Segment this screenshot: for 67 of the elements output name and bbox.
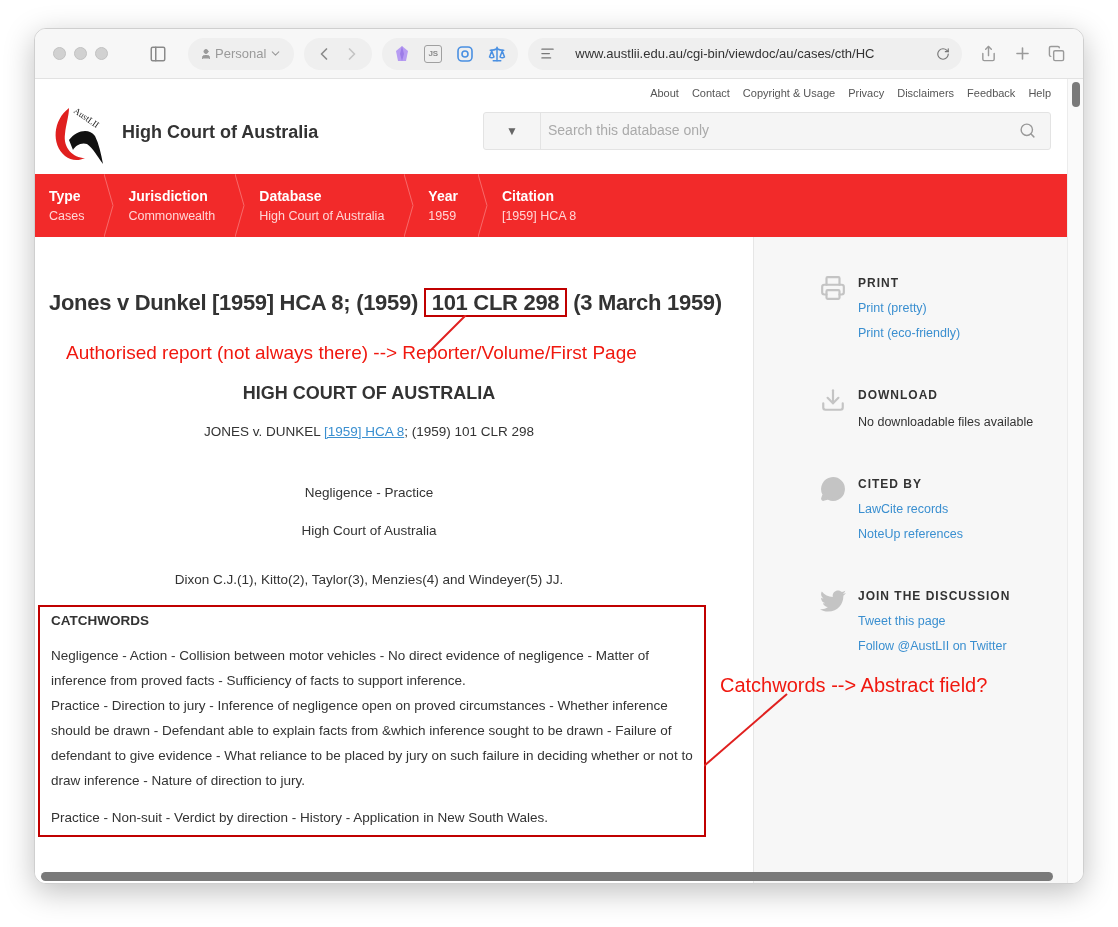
catchwords-heading: CATCHWORDS <box>51 612 150 630</box>
scrollbar-thumb[interactable] <box>1071 82 1080 107</box>
download-icon <box>820 387 846 413</box>
profile-button[interactable]: Personal <box>188 37 295 70</box>
sidebar-link[interactable]: Follow @AustLII on Twitter <box>858 636 1011 656</box>
catchwords-text: Negligence - Action - Collision between motor vehicles - No direct evidence of negligence - Matter of inference from proved facts - Sufficiency of facts to support inference. <box>51 647 651 690</box>
court-text: High Court of Australia <box>301 522 437 540</box>
section-heading: JOIN THE DISCUSSION <box>858 588 1011 605</box>
tabs-overview-icon[interactable] <box>1048 45 1065 62</box>
js-extension-button[interactable]: JS <box>424 44 443 63</box>
top-nav-link[interactable]: Copyright & Usage <box>742 85 836 102</box>
chevron-divider-icon <box>235 174 246 237</box>
top-nav-link[interactable]: Feedback <box>967 85 1016 102</box>
breadcrumb-item[interactable]: Type Cases <box>35 174 105 237</box>
person-icon <box>200 47 212 60</box>
breadcrumb-item[interactable]: Citation [1959] HCA 8 <box>487 174 597 237</box>
breadcrumb-item[interactable]: Jurisdiction Commonwealth <box>114 174 236 237</box>
annotation-text: Catchwords --> Abstract field? <box>720 673 988 698</box>
catchwords-text: Practice - Non-suit - Verdict by direction - History - Application in New South Wales. <box>51 809 549 827</box>
catchwords-text: Practice - Direction to jury - Inference of negligence open on proved circumstances - Whether inference should be drawn - Defendant able to explain facts from &which inference sought to be drawn - Failure of defendant to give evidence - What reliance to be placed by jury on such failure in deciding whether or not to draw inference - Nature of direction to jury. <box>51 697 693 790</box>
vertical-scrollbar[interactable] <box>1067 79 1083 883</box>
breadcrumb-item[interactable]: Year 1959 <box>414 174 478 237</box>
reader-icon[interactable] <box>540 46 556 61</box>
subject-text: Negligence - Practice <box>304 484 434 502</box>
court-heading: HIGH COURT OF AUSTRALIA <box>242 382 496 405</box>
sidebar-link[interactable]: Print (eco-friendly) <box>858 323 961 343</box>
case-date: (3 March 1959) <box>573 290 722 315</box>
new-tab-icon[interactable] <box>1013 44 1032 63</box>
sidebar-link[interactable]: NoteUp references <box>858 524 963 544</box>
chevron-divider-icon <box>404 174 415 237</box>
citation-line: JONES v. DUNKEL [1959] HCA 8; (1959) 101 CLR 298 <box>203 423 535 441</box>
reload-icon[interactable] <box>936 46 950 61</box>
top-nav-link[interactable]: Contact <box>691 85 730 102</box>
sidebar-link[interactable]: Tweet this page <box>858 611 1011 631</box>
section-heading: DOWNLOAD <box>858 387 939 404</box>
top-nav-link[interactable]: Disclaimers <box>897 85 955 102</box>
sidebar-link[interactable]: Print (pretty) <box>858 298 961 318</box>
scales-icon[interactable] <box>488 44 507 63</box>
search-bar[interactable]: ▼ Search this database only <box>483 111 1051 150</box>
gem-icon[interactable] <box>394 44 411 63</box>
case-title: Jones v Dunkel [1959] HCA 8; (1959) <box>49 290 418 315</box>
speech-bubble-icon <box>820 476 846 502</box>
annotation-text: Authorised report (not always there) --> Reporter/Volume/First Page <box>65 341 638 365</box>
chevron-divider-icon <box>104 174 115 237</box>
top-nav-link[interactable]: Privacy <box>848 85 885 102</box>
site-title[interactable]: High Court of Australia <box>122 119 319 146</box>
search-scope-dropdown[interactable]: ▼ <box>484 112 541 149</box>
window-control-icon[interactable] <box>95 47 108 60</box>
sidebar-link[interactable]: LawCite records <box>858 499 963 519</box>
top-nav-link[interactable]: About <box>650 85 679 102</box>
window-control-icon[interactable] <box>74 47 87 60</box>
chevron-divider-icon <box>477 174 488 237</box>
window-control-icon[interactable] <box>53 47 66 60</box>
horizontal-scrollbar[interactable] <box>41 872 1053 881</box>
search-icon[interactable] <box>1019 122 1036 139</box>
section-heading: CITED BY <box>858 476 923 493</box>
bird-icon <box>820 588 846 614</box>
breadcrumb-item[interactable]: Database High Court of Australia <box>245 174 405 237</box>
section-heading: PRINT <box>858 275 900 292</box>
sidebar-icon <box>149 44 167 63</box>
top-nav-link[interactable]: Help <box>1028 85 1051 102</box>
judges-text: Dixon C.J.(1), Kitto(2), Taylor(3), Menzies(4) and Windeyer(5) JJ. <box>174 571 564 589</box>
puzzle-icon[interactable] <box>456 44 475 63</box>
search-field[interactable]: Search this database only <box>541 112 1019 149</box>
sidebar-note: No downloadable files available <box>858 414 1034 431</box>
printer-icon <box>820 275 846 301</box>
share-icon[interactable] <box>980 45 997 62</box>
